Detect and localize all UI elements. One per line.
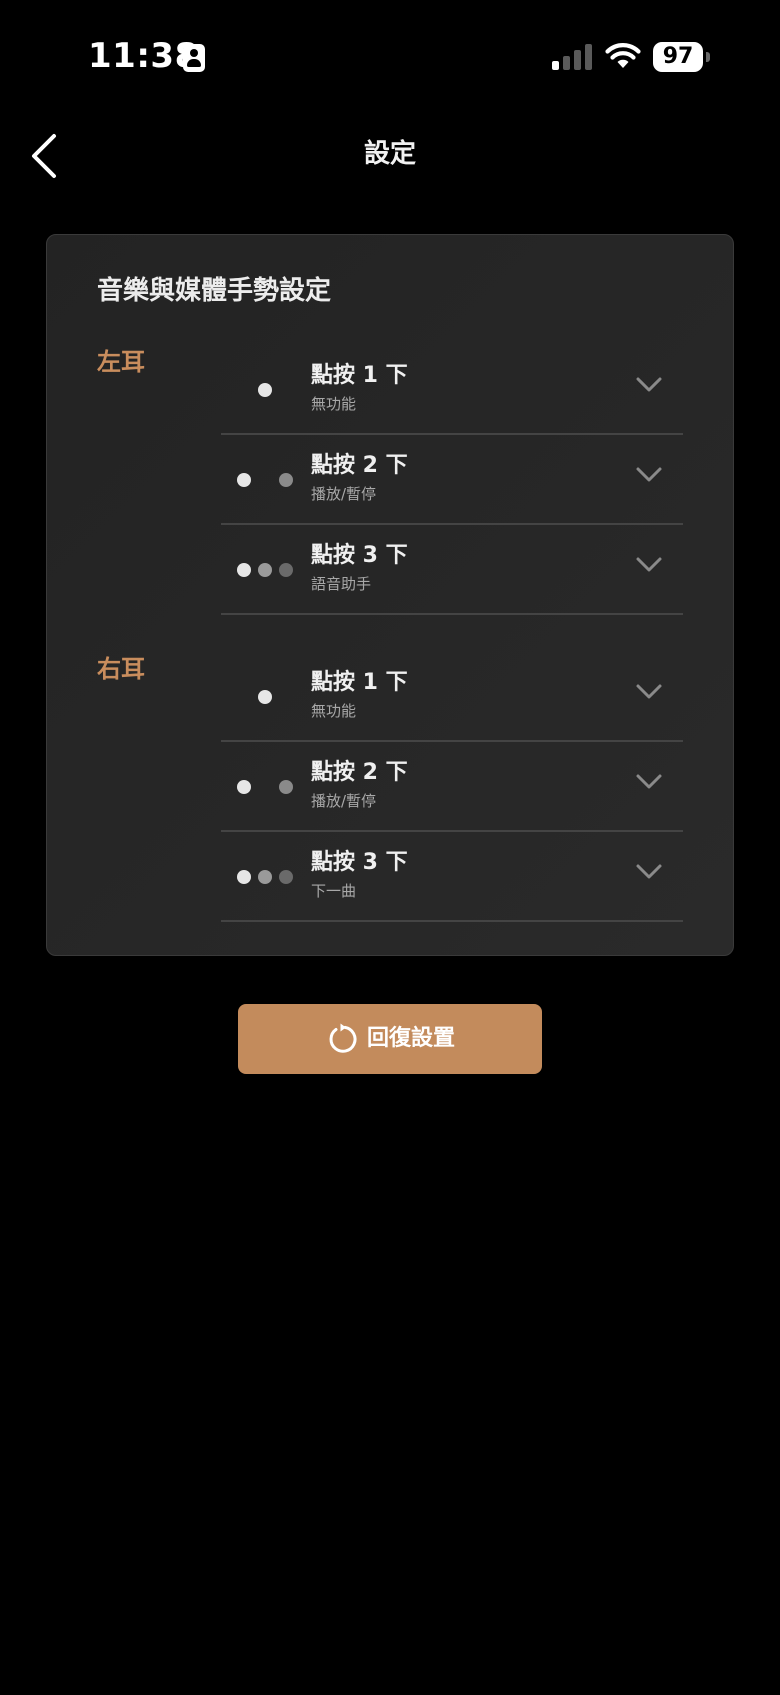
- gesture-value: 無功能: [311, 395, 357, 413]
- gesture-value: 語音助手: [311, 575, 372, 593]
- left-ear-single-tap-row[interactable]: 點按 1 下 無功能: [221, 345, 683, 435]
- right-ear-triple-tap-row[interactable]: 點按 3 下 下一曲: [221, 832, 683, 922]
- right-ear-label: 右耳: [97, 655, 145, 683]
- nav-bar: 設定: [0, 112, 780, 198]
- right-ear-double-tap-row[interactable]: 點按 2 下 播放/暫停: [221, 742, 683, 832]
- chevron-down-icon: [636, 864, 662, 879]
- contact-card-icon: [183, 44, 205, 72]
- battery-icon: 97: [653, 42, 711, 72]
- chevron-down-icon: [636, 774, 662, 789]
- double-tap-dots-icon: [237, 473, 293, 487]
- left-ear-triple-tap-row[interactable]: 點按 3 下 語音助手: [221, 525, 683, 615]
- gesture-value: 播放/暫停: [311, 485, 377, 503]
- reset-icon: [329, 1023, 357, 1053]
- gesture-title: 點按 1 下: [311, 363, 408, 388]
- chevron-down-icon: [636, 467, 662, 482]
- gesture-title: 點按 2 下: [311, 760, 408, 785]
- gesture-title: 點按 2 下: [311, 453, 408, 478]
- battery-level: 97: [662, 44, 694, 69]
- gesture-title: 點按 1 下: [311, 670, 408, 695]
- reset-button-label: 回復設置: [366, 1026, 455, 1051]
- chevron-down-icon: [636, 684, 662, 699]
- gesture-title: 點按 3 下: [311, 850, 408, 875]
- single-tap-dots-icon: [237, 383, 293, 397]
- left-ear-double-tap-row[interactable]: 點按 2 下 播放/暫停: [221, 435, 683, 525]
- page-title: 設定: [363, 139, 416, 169]
- wifi-icon: [605, 43, 641, 68]
- triple-tap-dots-icon: [237, 870, 293, 884]
- card-title: 音樂與媒體手勢設定: [97, 276, 332, 306]
- battery-body: 97: [653, 42, 703, 72]
- single-tap-dots-icon: [237, 690, 293, 704]
- cellular-signal-icon: [552, 44, 594, 70]
- gesture-title: 點按 3 下: [311, 543, 408, 568]
- gesture-value: 無功能: [311, 702, 357, 720]
- gesture-value: 播放/暫停: [311, 792, 377, 810]
- double-tap-dots-icon: [237, 780, 293, 794]
- gesture-value: 下一曲: [311, 882, 357, 900]
- left-ear-label: 左耳: [97, 348, 145, 376]
- triple-tap-dots-icon: [237, 563, 293, 577]
- gesture-settings-card: 音樂與媒體手勢設定 左耳 點按 1 下 無功能 點按 2 下 播放/暫停 點按 …: [46, 234, 734, 956]
- chevron-down-icon: [636, 557, 662, 572]
- right-ear-single-tap-row[interactable]: 點按 1 下 無功能: [221, 652, 683, 742]
- battery-nub: [706, 52, 710, 62]
- reset-settings-button[interactable]: 回復設置: [238, 1004, 542, 1074]
- chevron-down-icon: [636, 377, 662, 392]
- status-bar: 11:38 97: [0, 0, 780, 112]
